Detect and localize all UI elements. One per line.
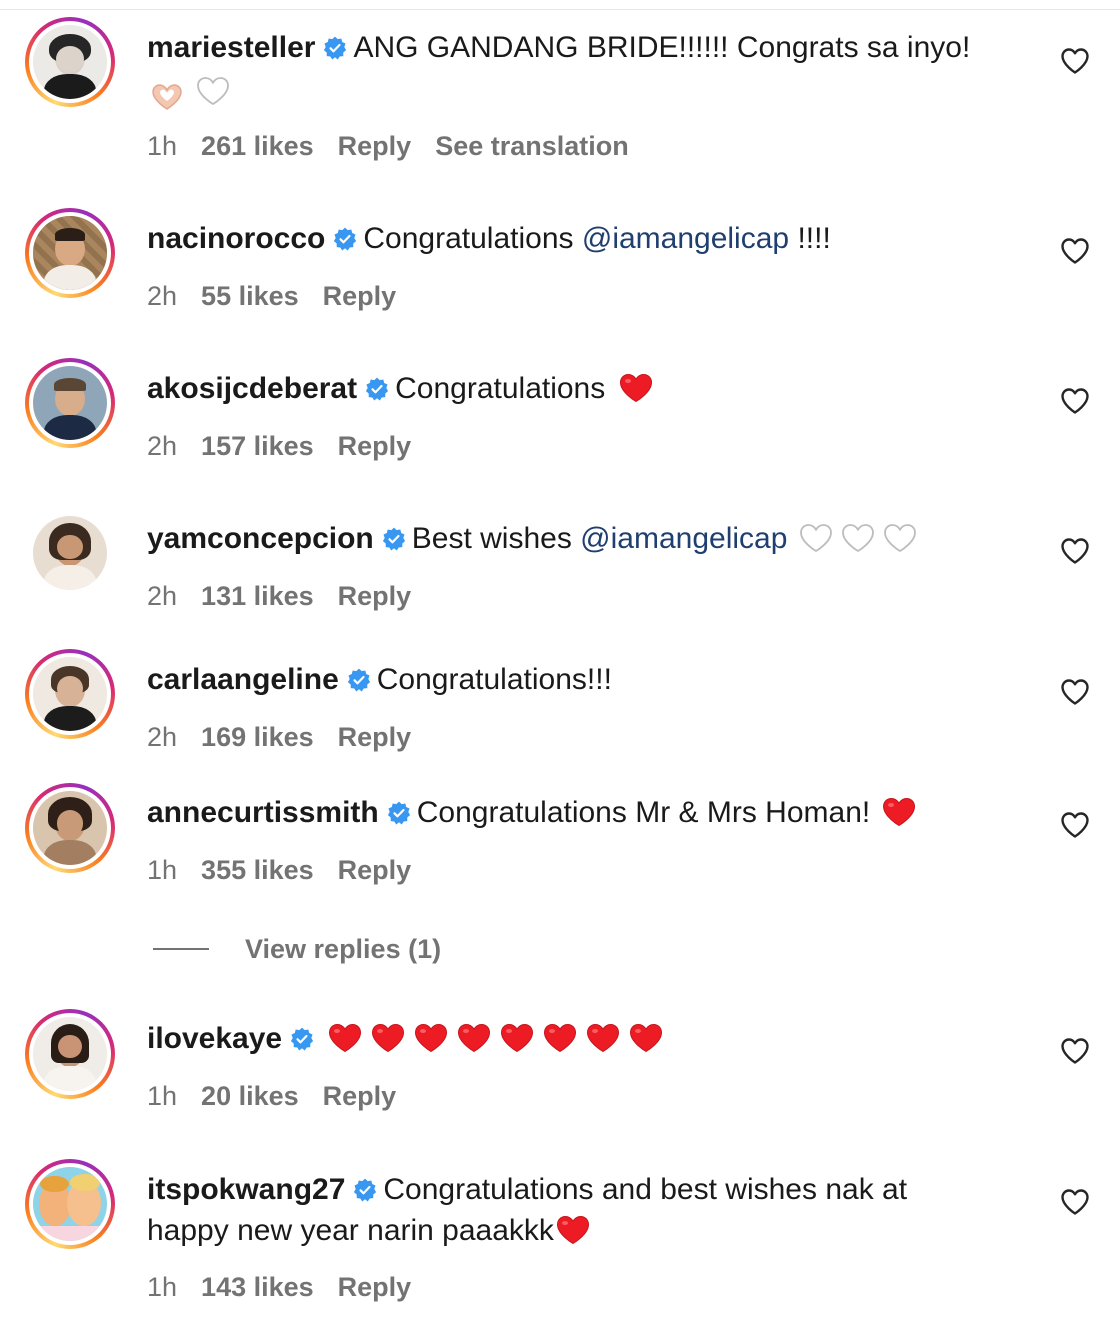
like-heart-icon[interactable]	[1060, 811, 1090, 839]
mention-link[interactable]: @iamangelicap	[580, 522, 787, 555]
comment-time: 1h	[147, 131, 178, 161]
comment-text-line2: happy new year narin paaakkk	[147, 1214, 554, 1247]
emoji-row	[150, 76, 230, 112]
avatar[interactable]	[25, 208, 115, 298]
red-heart-icon	[556, 1215, 590, 1245]
red-heart-icon	[882, 797, 916, 827]
heart-hands-icon	[150, 82, 184, 112]
verified-badge-icon	[365, 377, 389, 401]
avatar[interactable]	[25, 1159, 115, 1249]
comment-time: 2h	[147, 581, 178, 611]
replies-divider	[153, 948, 209, 950]
likes-count[interactable]: 355 likes	[201, 855, 314, 885]
likes-count[interactable]: 169 likes	[201, 722, 314, 752]
likes-count[interactable]: 55 likes	[201, 281, 299, 311]
verified-badge-icon	[353, 1178, 377, 1202]
comment-time: 2h	[147, 431, 178, 461]
white-heart-icon	[196, 76, 230, 106]
red-heart-icon	[500, 1023, 534, 1053]
comment-time: 2h	[147, 722, 178, 752]
like-heart-icon[interactable]	[1060, 237, 1090, 265]
likes-count[interactable]: 261 likes	[201, 131, 314, 161]
reply-button[interactable]: Reply	[338, 722, 412, 752]
comment-text: Congratulations	[363, 222, 574, 255]
red-heart-icon	[543, 1023, 577, 1053]
red-heart-icon	[414, 1023, 448, 1053]
red-heart-icon	[328, 1023, 362, 1053]
white-heart-icon	[841, 523, 875, 553]
view-replies[interactable]: View replies (1)	[153, 932, 441, 966]
username[interactable]: akosijcdeberat	[147, 372, 357, 405]
comment-text: ANG GANDANG BRIDE!!!!!! Congrats sa inyo…	[353, 31, 971, 64]
comment-text: Congratulations and best wishes nak at	[383, 1173, 908, 1206]
top-divider	[0, 0, 1120, 10]
like-heart-icon[interactable]	[1060, 47, 1090, 75]
likes-count[interactable]: 157 likes	[201, 431, 314, 461]
like-heart-icon[interactable]	[1060, 678, 1090, 706]
mention-link[interactable]: @iamangelicap	[582, 222, 789, 255]
avatar[interactable]	[25, 783, 115, 873]
comment-text: Congratulations Mr & Mrs Homan!	[416, 796, 871, 829]
red-heart-icon	[586, 1023, 620, 1053]
reply-button[interactable]: Reply	[338, 431, 412, 461]
verified-badge-icon	[323, 36, 347, 60]
verified-badge-icon	[387, 801, 411, 825]
white-heart-icon	[883, 523, 917, 553]
comment-text: Best wishes	[411, 522, 572, 555]
red-heart-icon	[457, 1023, 491, 1053]
reply-button[interactable]: Reply	[338, 581, 412, 611]
reply-button[interactable]: Reply	[338, 131, 412, 161]
verified-badge-icon	[333, 227, 357, 251]
red-heart-icon	[371, 1023, 405, 1053]
comment-text-suffix: !!!!	[797, 222, 831, 255]
username[interactable]: itspokwang27	[147, 1173, 345, 1206]
see-translation-button[interactable]: See translation	[435, 131, 629, 161]
reply-button[interactable]: Reply	[323, 1081, 397, 1111]
comment-time: 1h	[147, 855, 178, 885]
like-heart-icon[interactable]	[1060, 537, 1090, 565]
like-heart-icon[interactable]	[1060, 1037, 1090, 1065]
reply-button[interactable]: Reply	[323, 281, 397, 311]
comment-time: 1h	[147, 1272, 178, 1302]
view-replies-button[interactable]: View replies (1)	[245, 934, 441, 964]
likes-count[interactable]: 131 likes	[201, 581, 314, 611]
username[interactable]: mariesteller	[147, 31, 315, 64]
username[interactable]: nacinorocco	[147, 222, 325, 255]
reply-button[interactable]: Reply	[338, 855, 412, 885]
username[interactable]: ilovekaye	[147, 1022, 282, 1055]
like-heart-icon[interactable]	[1060, 387, 1090, 415]
username[interactable]: annecurtissmith	[147, 796, 379, 829]
avatar[interactable]	[25, 649, 115, 739]
avatar[interactable]	[25, 17, 115, 107]
red-heart-icon	[629, 1023, 663, 1053]
avatar[interactable]	[25, 508, 115, 598]
avatar[interactable]	[25, 358, 115, 448]
verified-badge-icon	[347, 668, 371, 692]
white-heart-icon	[799, 523, 833, 553]
avatar[interactable]	[25, 1009, 115, 1099]
red-heart-icon	[619, 373, 653, 403]
like-heart-icon[interactable]	[1060, 1188, 1090, 1216]
username[interactable]: yamconcepcion	[147, 522, 374, 555]
likes-count[interactable]: 20 likes	[201, 1081, 299, 1111]
reply-button[interactable]: Reply	[338, 1272, 412, 1302]
comment-time: 1h	[147, 1081, 178, 1111]
comment-time: 2h	[147, 281, 178, 311]
username[interactable]: carlaangeline	[147, 663, 339, 696]
likes-count[interactable]: 143 likes	[201, 1272, 314, 1302]
verified-badge-icon	[382, 527, 406, 551]
verified-badge-icon	[290, 1027, 314, 1051]
comment-text: Congratulations	[395, 372, 606, 405]
comment-text: Congratulations!!!	[376, 663, 612, 696]
